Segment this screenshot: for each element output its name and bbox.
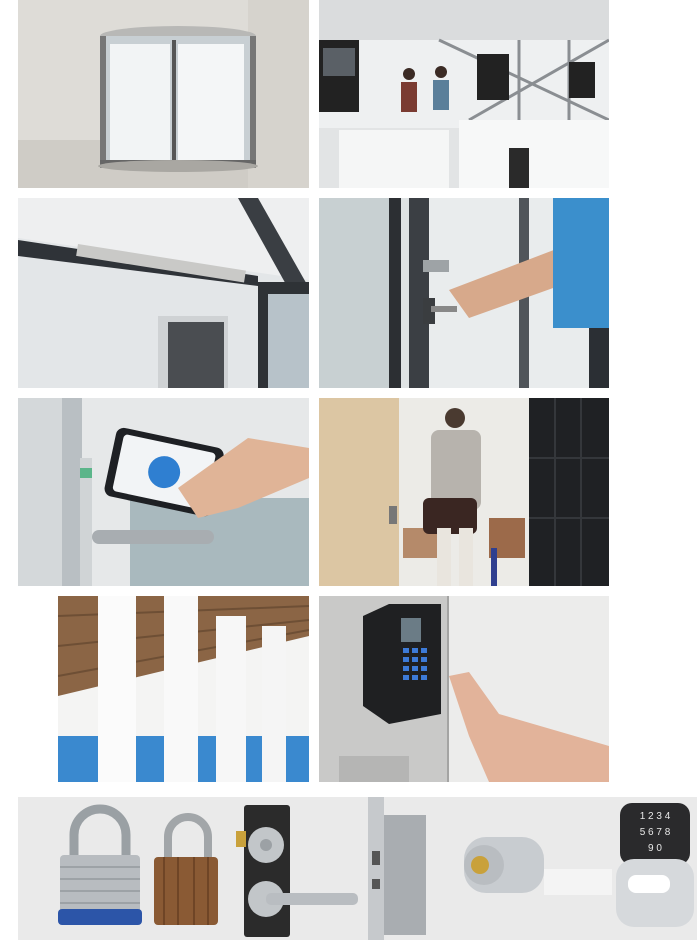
lever-handle (266, 893, 358, 905)
keypad-reader-illustration (319, 596, 609, 782)
smartphone-illustration (18, 398, 309, 586)
wooden-door (319, 398, 399, 586)
partition-panel (18, 596, 58, 782)
door-closer-illustration (18, 198, 309, 388)
keypad-digits-row-3: 9 0 (648, 843, 662, 854)
smartphone-access-photo (18, 398, 309, 586)
mortise-lock-body (244, 805, 290, 937)
lever-handle (92, 530, 214, 544)
electronic-lock-lever (628, 875, 670, 893)
door-closer-photo (18, 198, 309, 388)
partition-panel (164, 596, 198, 782)
glass-door-frame (389, 198, 401, 388)
key (431, 306, 457, 312)
revolving-door-photo (18, 0, 309, 188)
sliding-partition-walls-photo (18, 596, 309, 782)
partition-panel (216, 616, 246, 782)
door-lever (339, 756, 409, 782)
turnstile-gate (459, 120, 609, 188)
hotel-entry-illustration (319, 398, 609, 586)
key-lock-illustration (319, 198, 609, 388)
hotel-room-entry-photo (319, 398, 609, 586)
partition-panel (262, 626, 286, 782)
mortise-faceplate (368, 797, 384, 940)
cylinder-keyway (471, 856, 489, 874)
keypad-reader-photo (319, 596, 609, 782)
keypad-digits-row-2: 5 6 7 8 (640, 827, 671, 838)
revolving-door-illustration (18, 0, 309, 188)
door-handle (423, 260, 449, 272)
mortise-case (384, 815, 426, 935)
dark-wall-panels (529, 398, 609, 586)
padlock-blue-bumper (58, 909, 142, 925)
keypad-digits-row-1: 1 2 3 4 (640, 811, 671, 822)
turnstile-gate (339, 130, 449, 188)
security-turnstiles-photo (319, 0, 609, 188)
partition-walls-illustration (18, 596, 309, 782)
suitcase-handle (491, 548, 497, 586)
lock-products-photo: 1 2 3 4 5 6 7 8 9 0 (18, 797, 697, 940)
partition-panel (98, 596, 136, 782)
person-walking (401, 82, 417, 112)
person-walking (433, 80, 449, 110)
lock-products-illustration: 1 2 3 4 5 6 7 8 9 0 (18, 797, 697, 940)
turnstiles-illustration (319, 0, 609, 188)
blue-sleeve (553, 198, 609, 328)
key-in-lock-photo (319, 198, 609, 388)
